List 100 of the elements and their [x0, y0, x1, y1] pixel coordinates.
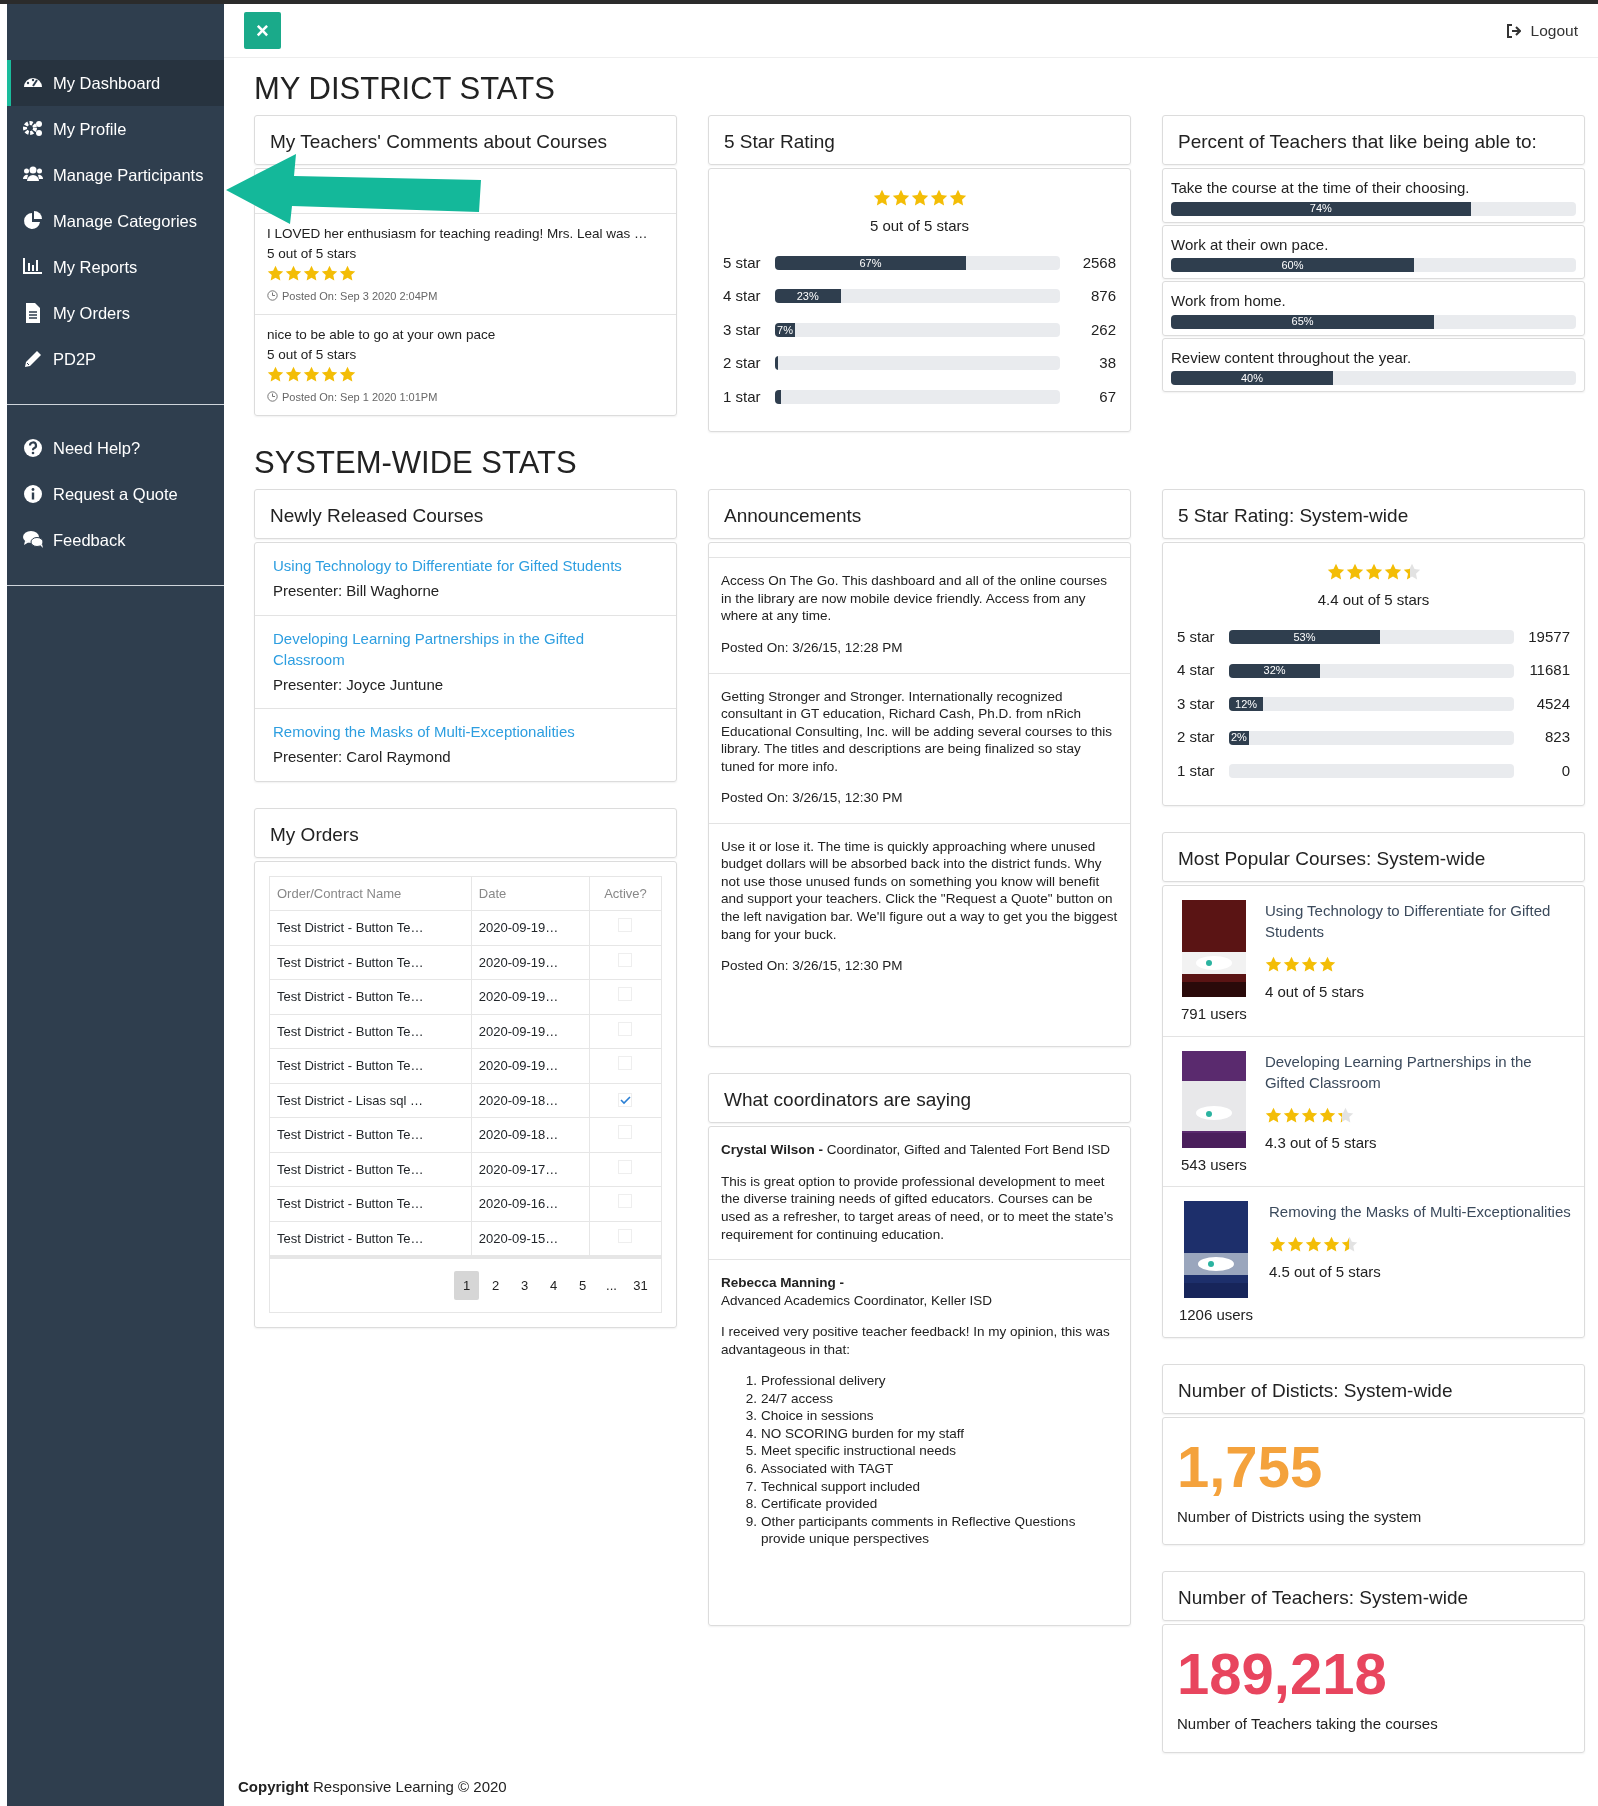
section-title: SYSTEM-WIDE STATS — [254, 444, 578, 482]
card-title: Number of Teachers: System-wide — [1162, 1571, 1585, 1622]
star-label: 1 star — [723, 386, 762, 407]
table-cell: 2020-09-19… — [471, 1014, 590, 1049]
percent-label: 74% — [1308, 201, 1333, 216]
sidebar-item[interactable]: Manage Participants — [7, 152, 224, 198]
card-title: Percent of Teachers that like being able to: — [1162, 115, 1585, 166]
course-link[interactable]: Developing Learning Partnerships in the Gifted Classroom — [1264, 1050, 1574, 1093]
comment-text: I LOVED her enthusiasm for teaching reading! Mrs. Leal was … — [267, 225, 649, 244]
posted-date: Posted On: Sep 1 2020 1:01PM — [282, 389, 438, 405]
sidebar-item[interactable]: Feedback — [7, 517, 224, 563]
sidebar-item[interactable]: PD2P — [7, 336, 224, 382]
table-cell: 2020-09-19… — [471, 945, 590, 980]
star-icon — [1282, 1106, 1300, 1124]
sidebar-item[interactable]: Request a Quote — [7, 471, 224, 517]
table-cell: Test District - Lisas sql … — [269, 1083, 472, 1118]
table-cell: Test District - Button Te… — [269, 1014, 472, 1049]
user-count: 543 users — [1181, 1154, 1247, 1175]
rating-count: 38 — [1098, 353, 1116, 374]
star-icon — [1336, 1106, 1354, 1124]
announcement-text: Access On The Go. This dashboard and all of the online courses in the library are now mobile device friendly. Access from any where at any time. — [721, 572, 1108, 625]
star-label: 5 star — [1177, 626, 1216, 647]
star-icon — [1341, 1236, 1358, 1254]
percent-label: 53% — [1292, 630, 1317, 645]
star-icon — [872, 189, 891, 208]
page-button[interactable]: 2 — [483, 1271, 508, 1301]
gears-icon — [23, 119, 43, 139]
star-icon — [339, 365, 356, 383]
star-icon — [891, 189, 910, 208]
table-cell: Test District - Button Te… — [269, 1186, 472, 1222]
star-label: 5 star — [723, 252, 762, 273]
list-marker: 2. — [744, 1389, 757, 1408]
page-button[interactable]: 4 — [541, 1271, 566, 1301]
rating-summary: 4.4 out of 5 stars — [1316, 590, 1431, 611]
item-label: Work at their own pace. — [1171, 234, 1330, 255]
pencil-icon — [23, 349, 43, 369]
help-icon — [23, 438, 43, 458]
card-title: Announcements — [708, 489, 1131, 540]
sidebar-item[interactable]: My Reports — [7, 244, 224, 290]
list-marker: 1. — [744, 1372, 757, 1390]
bar-chart-icon — [23, 257, 43, 277]
rating-text: 4.5 out of 5 stars — [1269, 1262, 1382, 1283]
rating-count: 19577 — [1527, 626, 1570, 647]
checkbox[interactable] — [618, 1092, 633, 1107]
page-button[interactable]: 5 — [570, 1271, 595, 1301]
rating-text: 4.3 out of 5 stars — [1264, 1132, 1378, 1153]
page-button[interactable]: 1 — [454, 1271, 479, 1301]
list-item: Other participants comments in Reflective Questions provide unique perspectives — [761, 1512, 1077, 1548]
course-link[interactable]: Using Technology to Differentiate for Gifted Students — [1264, 900, 1574, 943]
percent-label: 65% — [1290, 314, 1315, 329]
page-button[interactable]: 31 — [628, 1271, 653, 1301]
page-button[interactable]: ... — [599, 1271, 624, 1301]
column-header: Active? — [589, 876, 662, 911]
logout-link[interactable]: Logout — [1505, 18, 1578, 43]
page-button[interactable]: 3 — [512, 1271, 537, 1301]
star-icon — [1300, 1106, 1318, 1124]
testimonial-text: I received very positive teacher feedback! In my opinion, this was advantageous in that: — [721, 1323, 1111, 1359]
role-text: Advanced Academics Coordinator, Keller ISD — [721, 1291, 993, 1310]
byline: Rebecca Manning - — [721, 1274, 846, 1292]
table-cell: Test District - Button Te… — [269, 1221, 472, 1256]
presenter-text: Presenter: Carol Raymond — [273, 747, 452, 768]
stat-value: 1,755 — [1177, 1437, 1324, 1496]
star-icon — [1305, 1236, 1322, 1254]
column-header: Order/Contract Name — [269, 876, 472, 911]
course-link[interactable]: Removing the Masks of Multi-Exceptionalities — [1269, 1201, 1571, 1223]
card-title: What coordinators are saying — [708, 1073, 1131, 1124]
announcement-text: Getting Stronger and Stronger. Internationally recognized consultant in GT education, Richard Cash, Ph.D. from nRich Educational Consulting, Inc. will be adding several courses to this library. The titles and descriptions are being finalized so stay tuned for more info. — [721, 687, 1113, 776]
list-item: Choice in sessions — [761, 1407, 874, 1425]
rating-text: 5 out of 5 stars — [267, 245, 358, 264]
percent-label: 12% — [1234, 697, 1259, 712]
item-label: Work from home. — [1171, 291, 1287, 312]
user-count: 791 users — [1181, 1004, 1247, 1025]
table-cell: Test District - Button Te… — [269, 945, 472, 980]
list-item: Technical support included — [761, 1477, 921, 1496]
card-title: My Teachers' Comments about Courses — [254, 115, 677, 166]
sidebar-item[interactable]: Need Help? — [7, 425, 224, 471]
rating-text: 5 out of 5 stars — [267, 346, 358, 365]
rating-count: 262 — [1089, 319, 1116, 340]
sidebar-item[interactable]: My Dashboard — [7, 60, 224, 106]
sidebar-item[interactable]: My Profile — [7, 106, 224, 152]
sidebar-item[interactable]: My Orders — [7, 290, 224, 336]
item-label: Take the course at the time of their choosing. — [1171, 178, 1471, 199]
chat-icon — [23, 530, 43, 550]
document-icon — [23, 303, 43, 323]
star-icon — [339, 264, 356, 282]
star-icon — [285, 365, 302, 383]
rating-count: 823 — [1543, 727, 1570, 748]
star-icon — [1269, 1236, 1286, 1254]
percent-label: 40% — [1240, 371, 1264, 386]
star-icon — [1345, 563, 1364, 582]
star-icon — [1264, 956, 1282, 974]
table-cell: 2020-09-18… — [471, 1083, 590, 1118]
card-title: Newly Released Courses — [254, 489, 677, 540]
copyright-text: Copyright Responsive Learning © 2020 — [237, 1776, 508, 1797]
percent-label: 60% — [1280, 258, 1305, 273]
logout-icon — [1505, 22, 1521, 39]
sidebar-item[interactable]: Manage Categories — [7, 198, 224, 244]
star-icon — [303, 365, 320, 383]
star-label: 2 star — [723, 353, 762, 374]
percent-label: 7% — [776, 322, 794, 337]
